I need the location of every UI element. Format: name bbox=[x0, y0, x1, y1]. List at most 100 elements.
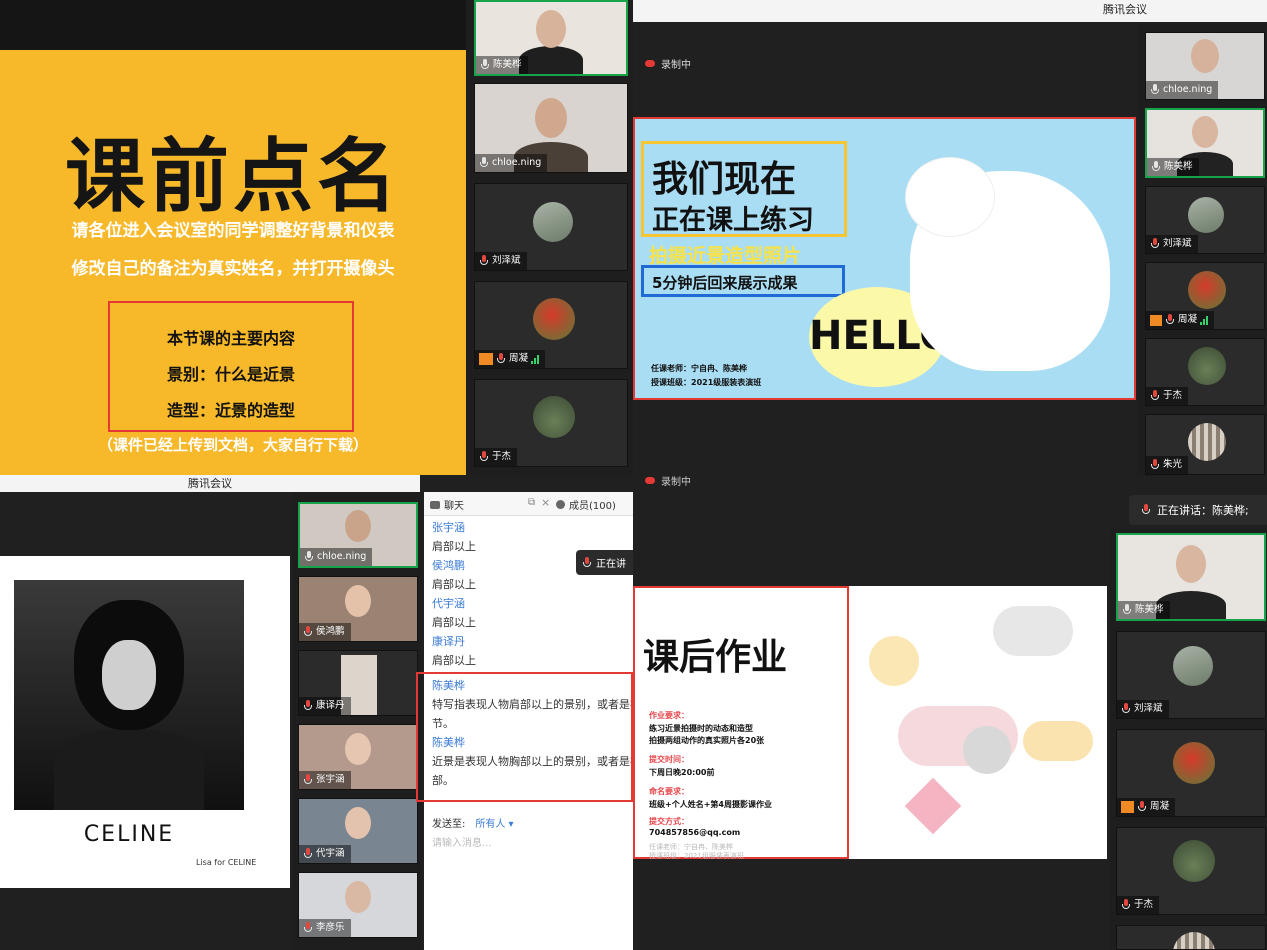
chat-bubble-icon bbox=[430, 500, 440, 509]
avatar bbox=[1173, 646, 1213, 686]
window-title-bar: 腾讯会议 bbox=[633, 0, 1267, 22]
participant-name-tag: 侯鸿鹏 bbox=[299, 623, 351, 641]
participant-panel: chloe.ning 陈美桦 刘泽斌 周凝 于杰 朱光 bbox=[1138, 22, 1267, 475]
microphone-icon bbox=[1150, 84, 1160, 96]
tab-members[interactable]: 成员(100) bbox=[556, 497, 616, 512]
chat-sender: 陈美桦 bbox=[432, 736, 465, 749]
user-icon bbox=[479, 353, 493, 365]
slide-class: 授课班级：2021级服装表演班 bbox=[651, 378, 762, 387]
homework-box: 课后作业 作业要求： 练习近景拍摄时的动态和造型 拍摄两组动作的真实照片各20张… bbox=[633, 586, 849, 860]
participant-tile-1[interactable]: chloe.ning bbox=[298, 502, 418, 568]
chat-message: 肩部以上 bbox=[432, 578, 476, 591]
participant-tile-1[interactable]: chloe.ning bbox=[1145, 32, 1265, 100]
shared-slide-homework: 课后作业 作业要求： 练习近景拍摄时的动态和造型 拍摄两组动作的真实照片各20张… bbox=[633, 586, 1107, 860]
participant-tile-2[interactable]: 侯鸿鹏 bbox=[298, 576, 418, 642]
cloud-illustration bbox=[993, 606, 1073, 656]
participant-name-tag: 陈美桦 bbox=[1118, 601, 1170, 619]
recording-indicator: 录制中 bbox=[645, 56, 691, 71]
participant-tile-4[interactable]: 张宇涵 bbox=[298, 724, 418, 790]
participant-panel: 陈美桦 刘泽斌 周凝 于杰 bbox=[1110, 529, 1267, 950]
slide-box-line-1: 本节课的主要内容 bbox=[166, 329, 295, 348]
slide-teacher: 任课老师：宁自冉、陈美桦 bbox=[651, 364, 747, 373]
chat-message: 肩部以上 bbox=[432, 654, 476, 667]
participant-tile-5[interactable]: 代宇涵 bbox=[298, 798, 418, 864]
participant-tile-3[interactable]: 刘泽斌 bbox=[1145, 186, 1265, 254]
slide-title-1: 我们现在 bbox=[652, 159, 797, 200]
avatar bbox=[1188, 423, 1226, 461]
slide-title-2: 正在课上练习 bbox=[652, 205, 814, 236]
microphone-muted-icon bbox=[1137, 801, 1147, 813]
quadrant-top-left: 课前点名 请各位进入会议室的同学调整好背景和仪表 修改自己的备注为真实姓名，并打… bbox=[0, 0, 633, 475]
avatar bbox=[1188, 347, 1226, 385]
microphone-muted-icon bbox=[303, 626, 313, 638]
slide-sub-1: 拍摄近景造型照片 bbox=[649, 245, 802, 267]
due-line: 下周日晚20:00前 bbox=[649, 768, 715, 777]
participant-name-tag: chloe.ning bbox=[475, 154, 548, 172]
chat-input[interactable]: 请输入消息... bbox=[432, 834, 628, 894]
due-heading: 提交时间： bbox=[649, 755, 689, 764]
slide-line-2: 修改自己的备注为真实姓名，并打开摄像头 bbox=[71, 259, 395, 279]
chat-sender: 康译丹 bbox=[432, 635, 465, 648]
send-target-dropdown[interactable]: 所有人 ▾ bbox=[475, 815, 513, 830]
recording-indicator: 录制中 bbox=[645, 475, 691, 488]
slide-title: 课前点名 bbox=[65, 130, 401, 223]
participant-tile-2[interactable]: 陈美桦 bbox=[1145, 108, 1265, 178]
participant-name-tag: 于杰 bbox=[475, 448, 518, 466]
microphone-muted-icon bbox=[1121, 899, 1131, 911]
microphone-icon bbox=[479, 157, 489, 169]
participant-tile-5[interactable]: 于杰 bbox=[474, 379, 628, 467]
participant-name-tag: 刘泽斌 bbox=[1146, 235, 1198, 253]
microphone-muted-icon bbox=[303, 700, 313, 712]
participant-tile-3[interactable]: 刘泽斌 bbox=[474, 183, 628, 271]
participant-tile-5[interactable] bbox=[1116, 925, 1266, 950]
submit-heading: 提交方式： bbox=[649, 817, 689, 826]
microphone-muted-icon bbox=[1150, 390, 1160, 402]
participant-tile-2[interactable]: 刘泽斌 bbox=[1116, 631, 1266, 719]
chat-tab-bar: 聊天 ⧉ × 成员(100) bbox=[424, 492, 633, 516]
participant-tile-6[interactable]: 李彦乐 bbox=[298, 872, 418, 938]
slide-class: 授课班级：2021级服装表演班 bbox=[649, 852, 744, 860]
participant-tile-3[interactable]: 周凝 bbox=[1116, 729, 1266, 817]
participant-name-tag: 陈美桦 bbox=[476, 56, 528, 74]
microphone-muted-icon bbox=[496, 353, 506, 365]
close-icon[interactable]: × bbox=[541, 496, 550, 509]
participant-tile-5[interactable]: 于杰 bbox=[1145, 338, 1265, 406]
participant-tile-2[interactable]: chloe.ning bbox=[474, 83, 628, 173]
avatar bbox=[1188, 197, 1224, 233]
chat-highlight-box: 陈美桦 特写指表现人物肩部以上的景别，或者是被 节。 陈美桦 近景是表现人物胸部… bbox=[416, 672, 633, 802]
participant-tile-4[interactable]: 周凝 bbox=[1145, 262, 1265, 330]
window-title-bar: 腾讯会议 bbox=[0, 475, 420, 492]
participant-name-tag: 李彦乐 bbox=[299, 919, 351, 937]
participant-tile-1[interactable]: 陈美桦 bbox=[1116, 533, 1266, 621]
participant-tile-1[interactable]: 陈美桦 bbox=[474, 0, 628, 76]
slide-sub-2: 5分钟后回来展示成果 bbox=[652, 274, 798, 292]
participant-name-tag: 张宇涵 bbox=[299, 771, 351, 789]
req-line-1: 练习近景拍摄时的动态和造型 bbox=[649, 724, 753, 733]
naming-line: 班级+个人姓名+第4周摄影课作业 bbox=[649, 800, 772, 809]
chat-message: 节。 bbox=[432, 717, 454, 730]
participant-panel: chloe.ning 侯鸿鹏 康译丹 张宇涵 代宇涵 李彦乐 bbox=[292, 492, 422, 950]
tab-chat[interactable]: 聊天 bbox=[430, 497, 464, 512]
participant-name-tag: 于杰 bbox=[1117, 896, 1160, 914]
naming-heading: 命名要求： bbox=[649, 787, 689, 796]
chat-message-list[interactable]: 张宇涵 肩部以上 侯鸿鹏 肩部以上 代宇涵 肩部以上 康译丹 肩部以上 bbox=[432, 518, 632, 670]
avatar bbox=[1173, 932, 1215, 949]
sun-illustration bbox=[869, 636, 919, 686]
popout-icon[interactable]: ⧉ bbox=[528, 497, 535, 508]
avatar bbox=[533, 298, 575, 340]
slide-line-1: 请各位进入会议室的同学调整好背景和仪表 bbox=[71, 221, 395, 241]
req-line-2: 拍摄两组动作的真实照片各20张 bbox=[649, 736, 765, 745]
avatar bbox=[1173, 742, 1215, 784]
signal-bars-icon bbox=[531, 354, 540, 364]
chat-message: 近景是表现人物胸部以上的景别，或者是被 bbox=[432, 755, 633, 768]
llama-head bbox=[905, 157, 995, 237]
participant-tile-4[interactable]: 于杰 bbox=[1116, 827, 1266, 915]
participant-tile-3[interactable]: 康译丹 bbox=[298, 650, 418, 716]
user-icon bbox=[1121, 801, 1134, 813]
slide-box-line-3: 造型：近景的造型 bbox=[166, 401, 295, 420]
participant-tile-6[interactable]: 朱光 bbox=[1145, 414, 1265, 475]
microphone-icon bbox=[1151, 161, 1161, 173]
microphone-muted-icon bbox=[303, 774, 313, 786]
participant-tile-4[interactable]: 周凝 bbox=[474, 281, 628, 369]
chat-message: 肩部以上 bbox=[432, 616, 476, 629]
